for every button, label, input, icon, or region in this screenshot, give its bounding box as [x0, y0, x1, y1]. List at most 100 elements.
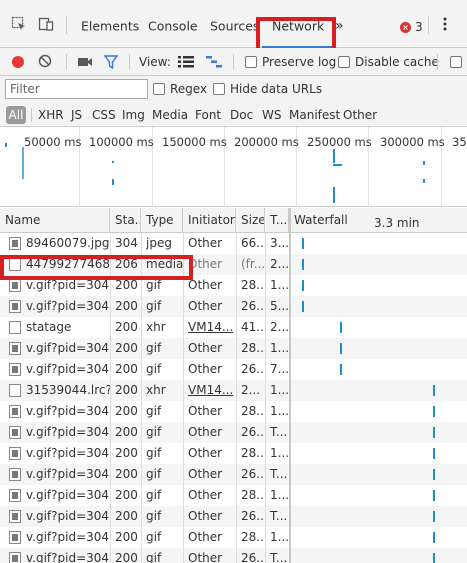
table-row[interactable]: v.gif?pid=304... 200 gif Other 28... 1... — [0, 338, 467, 359]
request-name[interactable]: v.gif?pid=304... — [21, 275, 110, 296]
type-filter-js[interactable]: JS — [71, 108, 82, 122]
more-tabs-icon[interactable]: » — [335, 18, 344, 34]
waterfall-bar — [302, 280, 304, 291]
request-type: gif — [146, 404, 162, 418]
request-time: 1... — [270, 341, 289, 355]
table-row[interactable]: v.gif?pid=304... 200 gif Other 26... T... — [0, 506, 467, 527]
image-file-icon — [9, 342, 21, 355]
type-filter-img[interactable]: Img — [122, 108, 145, 122]
filter-icon[interactable] — [103, 55, 119, 72]
table-row[interactable]: v.gif?pid=304... 200 gif Other 26... 5... — [0, 296, 467, 317]
waterfall-bar — [340, 322, 342, 333]
clear-icon[interactable] — [38, 54, 52, 71]
request-name[interactable]: 31539044.lrc?... — [21, 380, 110, 401]
table-row[interactable]: v.gif?pid=304... 200 gif Other 28... 1... — [0, 527, 467, 548]
request-type: gif — [146, 362, 162, 376]
request-status: 200 — [115, 404, 138, 418]
request-name[interactable]: 44799277468... — [21, 254, 110, 275]
filter-input[interactable] — [5, 79, 148, 99]
table-row[interactable]: v.gif?pid=304... 200 gif Other 28... 1... — [0, 485, 467, 506]
request-size: 26... — [241, 509, 265, 523]
error-count-badge[interactable]: × 3 — [400, 20, 423, 34]
video-camera-icon[interactable] — [77, 55, 93, 72]
disable-cache-checkbox[interactable] — [338, 56, 350, 68]
column-header-status[interactable]: Sta.. — [110, 208, 141, 233]
type-filter-all[interactable]: All — [6, 106, 26, 124]
request-name[interactable]: v.gif?pid=304... — [21, 443, 110, 464]
tab-console[interactable]: Console — [148, 19, 198, 34]
table-row[interactable]: v.gif?pid=304... 200 gif Other 26... T... — [0, 422, 467, 443]
inspect-element-icon[interactable] — [9, 14, 29, 34]
offline-checkbox[interactable] — [450, 56, 462, 68]
device-toolbar-icon[interactable] — [36, 14, 56, 34]
request-status: 200 — [115, 467, 138, 481]
request-name[interactable]: v.gif?pid=304... — [21, 464, 110, 485]
table-row[interactable]: 31539044.lrc?... 200 xhr VM14... 2... 1... — [0, 380, 467, 401]
request-name[interactable]: statage — [21, 317, 110, 338]
type-filter-xhr[interactable]: XHR — [38, 108, 64, 122]
request-initiator[interactable]: VM14... — [183, 380, 236, 401]
column-header-initiator[interactable]: Initiator — [183, 208, 236, 233]
type-filter-ws[interactable]: WS — [262, 108, 281, 122]
regex-checkbox[interactable] — [153, 83, 165, 95]
waterfall-bar — [302, 238, 304, 249]
request-size: 26... — [241, 551, 265, 563]
type-filter-manifest[interactable]: Manifest — [289, 108, 340, 122]
view-label: View: — [139, 55, 171, 69]
request-size: 26... — [241, 467, 265, 481]
request-initiator[interactable]: VM14... — [183, 317, 236, 338]
type-filter-doc[interactable]: Doc — [230, 108, 253, 122]
type-filter-media[interactable]: Media — [152, 108, 188, 122]
table-row[interactable]: v.gif?pid=304... 200 gif Other 28... 1... — [0, 275, 467, 296]
image-file-icon — [9, 405, 21, 418]
request-status: 200 — [115, 320, 138, 334]
record-button[interactable] — [12, 56, 24, 68]
waterfall-bar — [433, 406, 435, 417]
request-name[interactable]: v.gif?pid=304... — [21, 548, 110, 563]
table-row[interactable]: v.gif?pid=304... 200 gif Other 28... 1... — [0, 443, 467, 464]
request-name[interactable]: v.gif?pid=304... — [21, 359, 110, 380]
kebab-menu-icon[interactable] — [435, 14, 455, 34]
request-name[interactable]: v.gif?pid=304... — [21, 422, 110, 443]
waterfall-view-icon[interactable] — [206, 56, 222, 71]
table-row[interactable]: 89460079.jpg... 304 jpeg Other 66... 3... — [0, 233, 467, 254]
overview-time-label: 200000 ms — [234, 135, 299, 149]
timeline-overview[interactable]: 50000 ms 100000 ms 150000 ms 200000 ms 2… — [0, 127, 467, 207]
table-row[interactable]: 44799277468... 206 media Other (fr... 2... — [0, 254, 467, 275]
type-filter-css[interactable]: CSS — [92, 108, 116, 122]
image-file-icon — [9, 447, 21, 460]
preserve-log-checkbox[interactable] — [245, 56, 257, 68]
table-row[interactable]: v.gif?pid=304... 200 gif Other 26... T... — [0, 548, 467, 563]
table-row[interactable]: v.gif?pid=304... 200 gif Other 28... 1... — [0, 401, 467, 422]
table-row[interactable]: v.gif?pid=304... 200 gif Other 26... 7... — [0, 359, 467, 380]
request-status: 206 — [115, 257, 138, 271]
request-initiator: Other — [188, 551, 223, 563]
column-header-type[interactable]: Type — [141, 208, 183, 233]
request-initiator: Other — [188, 488, 223, 502]
request-name[interactable]: v.gif?pid=304... — [21, 527, 110, 548]
tab-network[interactable]: Network — [272, 19, 324, 34]
column-divider — [141, 233, 142, 563]
request-name[interactable]: 89460079.jpg... — [21, 233, 110, 254]
request-name[interactable]: v.gif?pid=304... — [21, 401, 110, 422]
image-file-icon — [9, 300, 21, 313]
column-header-name[interactable]: Name — [0, 208, 110, 233]
waterfall-bar — [433, 469, 435, 480]
hide-data-urls-checkbox[interactable] — [213, 83, 225, 95]
tab-sources[interactable]: Sources — [210, 19, 259, 34]
column-header-time[interactable]: T... — [265, 208, 289, 233]
tab-elements[interactable]: Elements — [81, 19, 139, 34]
type-filter-font[interactable]: Font — [195, 108, 221, 122]
request-name[interactable]: v.gif?pid=304... — [21, 296, 110, 317]
request-name[interactable]: v.gif?pid=304... — [21, 485, 110, 506]
request-type: gif — [146, 530, 162, 544]
table-row[interactable]: v.gif?pid=304... 200 gif Other 26... T... — [0, 464, 467, 485]
large-rows-icon[interactable] — [178, 56, 194, 71]
table-row[interactable]: statage 200 xhr VM14... 41... 2... — [0, 317, 467, 338]
type-filter-other[interactable]: Other — [343, 108, 377, 122]
request-name[interactable]: v.gif?pid=304... — [21, 506, 110, 527]
overview-time-label: 250000 ms — [307, 135, 372, 149]
column-header-size[interactable]: Size — [236, 208, 265, 233]
overview-time-label: 50000 ms — [24, 135, 82, 149]
request-name[interactable]: v.gif?pid=304... — [21, 338, 110, 359]
